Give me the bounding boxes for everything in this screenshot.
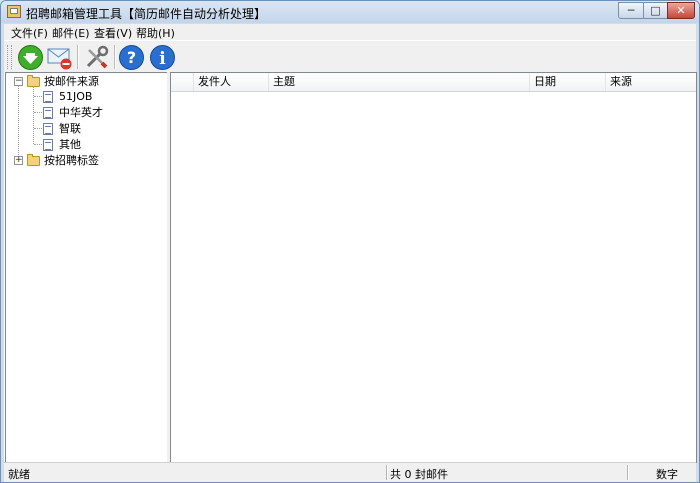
settings-button[interactable]: [83, 44, 110, 71]
help-glyph: ?: [127, 48, 136, 67]
tools-icon: [86, 45, 109, 69]
status-divider: [386, 465, 388, 480]
status-bar: 就绪 共 0 封邮件 数字: [4, 462, 696, 482]
title-bar[interactable]: 招聘邮箱管理工具【简历邮件自动分析处理】 ─ □ ✕: [1, 1, 699, 23]
about-button[interactable]: i: [149, 44, 176, 71]
menu-file[interactable]: 文件(F): [11, 25, 48, 41]
tree-item-label: 其他: [59, 138, 81, 151]
help-button[interactable]: ?: [118, 44, 145, 71]
tree-item-label: 智联: [59, 122, 81, 135]
list-doc-icon: [43, 123, 53, 135]
folder-icon: [27, 154, 40, 166]
tree-item-label: 中华英才: [59, 106, 103, 119]
minimize-button[interactable]: ─: [618, 2, 644, 19]
list-doc-icon: [43, 91, 53, 103]
column-header-icon[interactable]: [171, 73, 194, 91]
tree-item-other[interactable]: 其他: [6, 137, 166, 152]
status-ready: 就绪: [8, 468, 30, 481]
tree-node-label: 按邮件来源: [44, 75, 99, 88]
tree-item-51job[interactable]: 51JOB: [6, 89, 166, 104]
status-mail-count: 共 0 封邮件: [390, 468, 448, 481]
maximize-button[interactable]: □: [643, 2, 668, 19]
mail-delete-icon: [47, 48, 72, 70]
app-window: 招聘邮箱管理工具【简历邮件自动分析处理】 ─ □ ✕ 文件(F) 邮件(E) 查…: [0, 0, 700, 483]
tree-item-label: 51JOB: [59, 90, 93, 103]
info-icon: i: [150, 45, 175, 70]
folder-icon: [27, 75, 40, 87]
close-button[interactable]: ✕: [667, 2, 695, 19]
menu-help[interactable]: 帮助(H): [136, 25, 175, 41]
column-header-subject[interactable]: 主题: [269, 73, 530, 91]
toolbar-grip[interactable]: [7, 45, 12, 69]
delete-mail-button[interactable]: [46, 44, 73, 71]
column-header-source[interactable]: 来源: [606, 73, 696, 91]
column-header-date[interactable]: 日期: [530, 73, 606, 91]
app-icon: [7, 5, 21, 18]
toolbar-separator: [77, 45, 79, 69]
tree-node-tag[interactable]: + 按招聘标签: [6, 153, 166, 168]
window-title: 招聘邮箱管理工具【简历邮件自动分析处理】: [26, 7, 267, 21]
main-content: − 按邮件来源 51JOB 中华英才 智联 其他 + 按招聘标签 发件人 主题 …: [4, 72, 697, 463]
status-divider: [627, 465, 629, 480]
menu-mail[interactable]: 邮件(E): [52, 25, 90, 41]
tree-node-source[interactable]: − 按邮件来源: [6, 74, 166, 89]
status-numlock: 数字: [656, 468, 678, 481]
tree-item-zhaopin[interactable]: 智联: [6, 121, 166, 136]
menu-view[interactable]: 查看(V): [94, 25, 132, 41]
download-arrow-icon: [18, 45, 43, 70]
list-doc-icon: [43, 107, 53, 119]
tree-item-chinahr[interactable]: 中华英才: [6, 105, 166, 120]
menu-bar: 文件(F) 邮件(E) 查看(V) 帮助(H): [4, 24, 696, 40]
tree-node-label: 按招聘标签: [44, 154, 99, 167]
receive-mail-button[interactable]: [17, 44, 44, 71]
folder-tree[interactable]: − 按邮件来源 51JOB 中华英才 智联 其他 + 按招聘标签: [5, 72, 168, 463]
toolbar-separator: [114, 45, 116, 69]
collapse-icon[interactable]: −: [14, 77, 23, 86]
toolbar: ? i: [4, 40, 696, 73]
mail-list[interactable]: 发件人 主题 日期 来源: [170, 72, 697, 463]
list-doc-icon: [43, 139, 53, 151]
expand-icon[interactable]: +: [14, 156, 23, 165]
info-glyph: i: [159, 49, 166, 69]
help-icon: ?: [119, 45, 144, 70]
list-header: 发件人 主题 日期 来源: [171, 73, 696, 92]
column-header-sender[interactable]: 发件人: [194, 73, 269, 91]
